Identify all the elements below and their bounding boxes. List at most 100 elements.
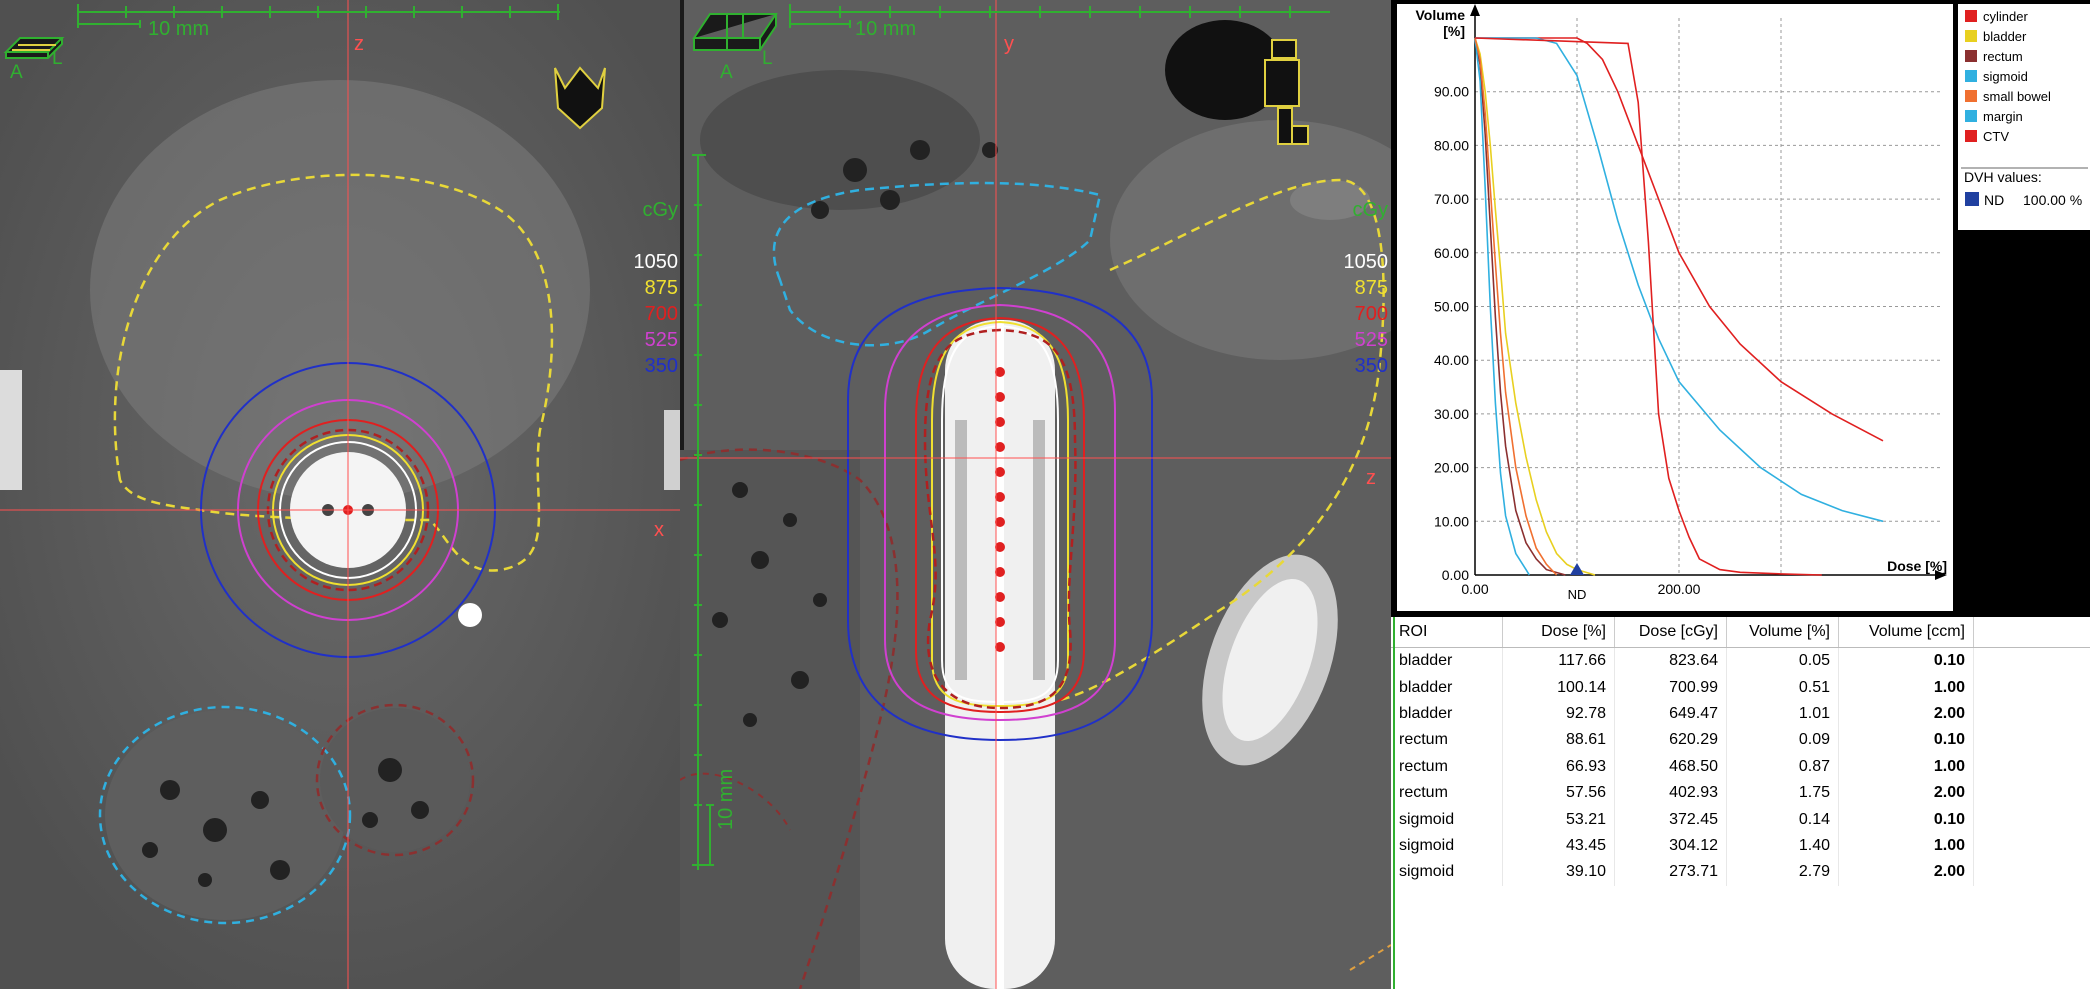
cell-dose-cgy: 402.93 <box>1614 779 1727 807</box>
cell-dose-cgy: 649.47 <box>1614 700 1727 728</box>
sagittal-ct-view[interactable]: 10 mm 10 mm A L y z cGy 1050 875 700 525… <box>680 0 1391 989</box>
cell-volume-percent: 2.79 <box>1726 859 1839 886</box>
table-header-row: ROI Dose [%] Dose [cGy] Volume [%] Volum… <box>1391 617 2090 648</box>
cell-dose-cgy: 304.12 <box>1614 832 1727 860</box>
isodose-label-350: 350 <box>645 355 678 377</box>
y-tick-label: 80.00 <box>1434 137 1469 153</box>
dvh-values-label: DVH values: <box>1964 169 2042 185</box>
col-header-dose-cgy[interactable]: Dose [cGy] <box>1614 617 1727 648</box>
y-tick-label: 30.00 <box>1434 406 1469 422</box>
nd-value: 100.00 % <box>2023 192 2082 208</box>
y-tick-label: 50.00 <box>1434 299 1469 315</box>
isodose-label-1050: 1050 <box>634 251 679 273</box>
axis-label-side: z <box>1366 467 1376 489</box>
x-tick-label: 0.00 <box>1461 581 1488 597</box>
calcification <box>458 603 482 627</box>
cell-dose-cgy: 823.64 <box>1614 647 1727 675</box>
cell-dose-percent: 117.66 <box>1502 647 1615 675</box>
orientation-label-a: A <box>10 62 23 83</box>
cell-volume-ccm: 0.10 <box>1838 647 1974 675</box>
y-tick-label: 90.00 <box>1434 84 1469 100</box>
cell-dose-percent: 57.56 <box>1502 779 1615 807</box>
cell-dose-cgy: 372.45 <box>1614 806 1727 833</box>
sigmoid-tissue <box>105 710 345 920</box>
isodose-label-700: 700 <box>1355 303 1388 325</box>
isodose-label-875: 875 <box>1355 277 1388 299</box>
table-row[interactable]: rectum 88.61 620.29 0.09 0.10 <box>1391 727 2090 754</box>
cell-volume-ccm: 1.00 <box>1838 832 1974 860</box>
table-row[interactable]: bladder 100.14 700.99 0.51 1.00 <box>1391 674 2090 701</box>
cell-volume-ccm: 1.00 <box>1838 753 1974 780</box>
table-row[interactable]: bladder 92.78 649.47 1.01 2.00 <box>1391 700 2090 728</box>
cell-dose-percent: 100.14 <box>1502 674 1615 701</box>
isodose-label-525: 525 <box>645 329 678 351</box>
table-row[interactable]: rectum 57.56 402.93 1.75 2.00 <box>1391 779 2090 807</box>
legend-label-small-bowel: small bowel <box>1983 89 2051 104</box>
table-row[interactable]: sigmoid 39.10 273.71 2.79 2.00 <box>1391 859 2090 886</box>
scale-label: 10 mm <box>148 18 209 40</box>
cell-dose-percent: 43.45 <box>1502 832 1615 860</box>
legend-swatch-ctv <box>1965 130 1977 142</box>
col-header-volume-ccm[interactable]: Volume [ccm] <box>1838 617 1974 648</box>
cell-filler <box>1974 727 2090 753</box>
col-header-filler <box>1973 617 2090 648</box>
cell-dose-cgy: 700.99 <box>1614 674 1727 701</box>
legend-swatch-sigmoid <box>1965 70 1977 82</box>
isodose-label-700: 700 <box>645 303 678 325</box>
bone-right <box>664 410 680 490</box>
cell-dose-percent: 39.10 <box>1502 859 1615 886</box>
cell-dose-percent: 88.61 <box>1502 727 1615 754</box>
cell-volume-percent: 0.14 <box>1726 806 1839 833</box>
y-tick-label: 60.00 <box>1434 245 1469 261</box>
cell-filler <box>1974 833 2090 859</box>
col-header-dose-percent[interactable]: Dose [%] <box>1502 617 1615 648</box>
rectum-tissue <box>680 450 860 989</box>
x-tick-label: 200.00 <box>1658 581 1701 597</box>
cell-volume-ccm: 2.00 <box>1838 700 1974 728</box>
cell-dose-percent: 53.21 <box>1502 806 1615 833</box>
cell-roi: sigmoid <box>1391 832 1503 860</box>
col-header-roi[interactable]: ROI <box>1391 617 1503 648</box>
cell-roi: rectum <box>1391 753 1503 780</box>
isodose-label-1050: 1050 <box>1344 251 1389 273</box>
cell-volume-percent: 0.51 <box>1726 674 1839 701</box>
table-row[interactable]: rectum 66.93 468.50 0.87 1.00 <box>1391 753 2090 780</box>
isodose-label-525: 525 <box>1355 329 1388 351</box>
legend-label-rectum: rectum <box>1983 49 2023 64</box>
x-axis-label: Dose [%] <box>1887 558 1947 574</box>
axial-ct-view[interactable]: 10 mm A L z x cGy 1050 875 700 525 350 <box>0 0 680 989</box>
table-row[interactable]: sigmoid 43.45 304.12 1.40 1.00 <box>1391 832 2090 860</box>
axis-label-side: x <box>654 519 664 541</box>
cell-filler <box>1974 648 2090 675</box>
legend-label-sigmoid: sigmoid <box>1983 69 2028 84</box>
cell-volume-percent: 1.75 <box>1726 779 1839 807</box>
cell-volume-percent: 0.05 <box>1726 647 1839 675</box>
cell-volume-percent: 1.01 <box>1726 700 1839 728</box>
orientation-label-l: L <box>52 48 63 69</box>
y-tick-label: 10.00 <box>1434 513 1469 529</box>
dvh-chart-panel[interactable]: 0.00 10.00 20.00 30.00 40.00 50.00 60.00 70.00 8… <box>1391 0 2090 617</box>
y-tick-label: 70.00 <box>1434 191 1469 207</box>
isodose-label-875: 875 <box>645 277 678 299</box>
table-row[interactable]: bladder 117.66 823.64 0.05 0.10 <box>1391 647 2090 675</box>
cell-roi: rectum <box>1391 779 1503 807</box>
isodose-label-350: 350 <box>1355 355 1388 377</box>
dose-unit-label: cGy <box>1352 199 1388 221</box>
cell-dose-cgy: 273.71 <box>1614 859 1727 886</box>
cell-dose-percent: 92.78 <box>1502 700 1615 728</box>
axis-label-top: y <box>1004 33 1014 55</box>
cell-volume-percent: 1.40 <box>1726 832 1839 860</box>
table-row[interactable]: sigmoid 53.21 372.45 0.14 0.10 <box>1391 806 2090 833</box>
legend-label-margin: margin <box>1983 109 2023 124</box>
legend-label-ctv: CTV <box>1983 129 2009 144</box>
legend-swatch-small-bowel <box>1965 90 1977 102</box>
cell-volume-ccm: 1.00 <box>1838 674 1974 701</box>
col-header-volume-percent[interactable]: Volume [%] <box>1726 617 1839 648</box>
cell-dose-cgy: 468.50 <box>1614 753 1727 780</box>
cell-volume-percent: 0.87 <box>1726 753 1839 780</box>
cell-volume-ccm: 0.10 <box>1838 806 1974 833</box>
bone-left <box>0 370 22 490</box>
y-axis-unit: [%] <box>1443 23 1465 39</box>
roi-dose-table: ROI Dose [%] Dose [cGy] Volume [%] Volum… <box>1391 617 2090 886</box>
cell-roi: bladder <box>1391 674 1503 701</box>
